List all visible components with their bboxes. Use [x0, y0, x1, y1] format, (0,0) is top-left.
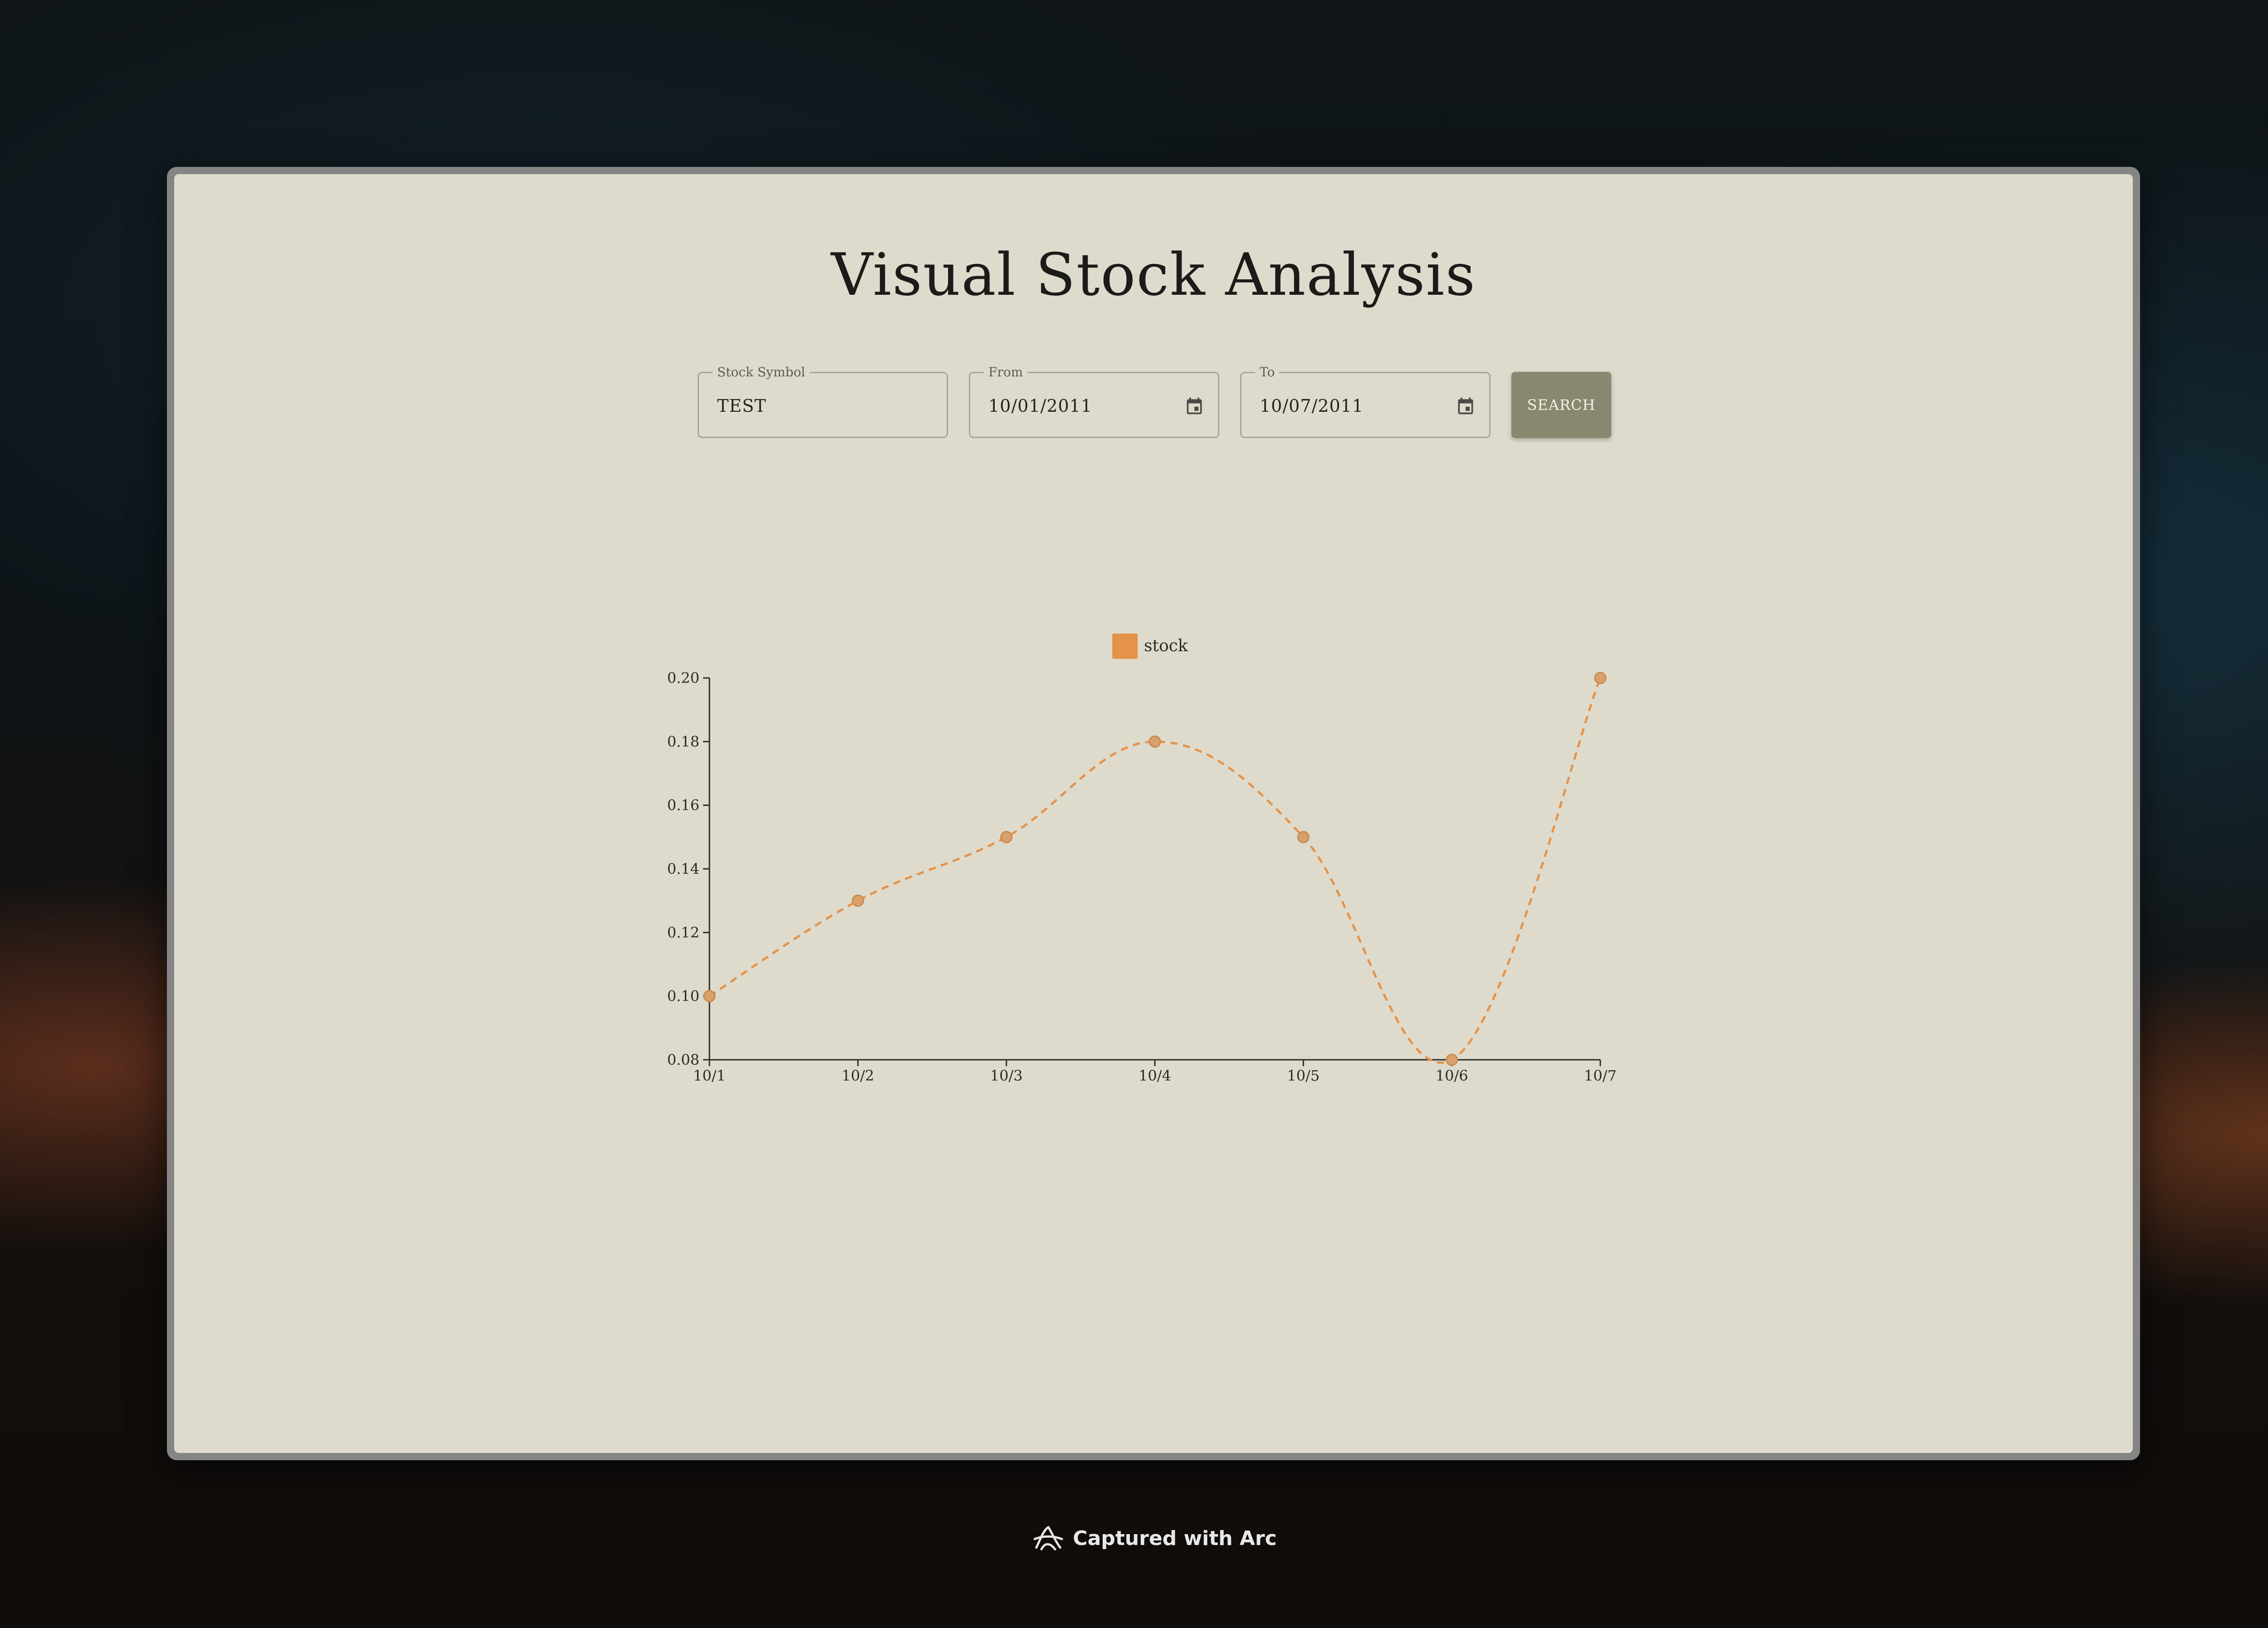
y-tick-label: 0.10: [667, 988, 699, 1005]
chart-axes: 0.08 0.10 0.12 0.14 0.16 0.18 0.20 10/1 10/2 10/3…: [667, 669, 1617, 1084]
chart-series: [703, 672, 1607, 1066]
data-point: [1000, 831, 1013, 843]
data-point: [1446, 1053, 1458, 1066]
x-tick-label: 10/7: [1584, 1067, 1617, 1084]
legend-swatch: [1112, 634, 1138, 659]
capture-footer: Captured with Arc: [0, 1524, 2268, 1553]
y-tick-label: 0.16: [667, 797, 699, 814]
x-tick-label: 10/3: [990, 1067, 1023, 1084]
y-tick-label: 0.12: [667, 924, 699, 941]
x-tick-label: 10/1: [693, 1067, 726, 1084]
arc-logo-icon: [1033, 1526, 1063, 1550]
footer-text: Captured with Arc: [1073, 1526, 1277, 1550]
y-tick-label: 0.18: [667, 733, 699, 750]
y-tick-label: 0.20: [667, 669, 699, 687]
x-tick-label: 10/2: [841, 1067, 874, 1084]
data-point: [851, 894, 864, 907]
x-tick-label: 10/6: [1436, 1067, 1468, 1084]
app-page: Visual Stock Analysis Stock Symbol TEST …: [174, 174, 2133, 1453]
data-point: [1594, 672, 1607, 684]
legend-label-stock: stock: [1144, 637, 1188, 655]
data-point: [1149, 735, 1161, 748]
x-tick-label: 10/5: [1287, 1067, 1320, 1084]
y-tick-label: 0.08: [667, 1051, 699, 1068]
browser-window: Visual Stock Analysis Stock Symbol TEST …: [167, 167, 2140, 1460]
stock-line-chart: stock 0.08 0.10 0.12 0.14 0.16 0.18 0.20 10/1 10…: [667, 634, 1617, 1084]
chart-legend: stock: [1112, 634, 1188, 659]
data-point: [703, 990, 716, 1003]
x-tick-label: 10/4: [1139, 1067, 1171, 1084]
data-point: [1297, 831, 1310, 843]
y-tick-label: 0.14: [667, 860, 699, 877]
